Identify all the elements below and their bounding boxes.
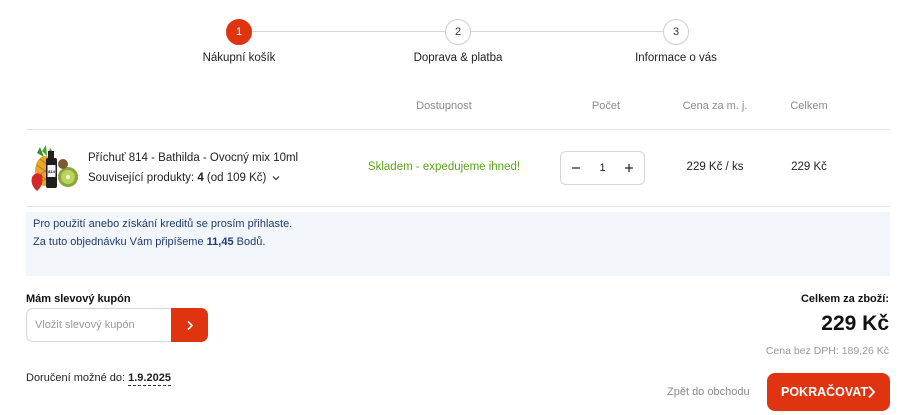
- product-thumbnail[interactable]: 814: [28, 143, 80, 193]
- step-3-label[interactable]: Informace o vás: [635, 52, 717, 64]
- summary-total: 229 Kč: [821, 312, 889, 335]
- header-total: Celkem: [790, 100, 828, 112]
- header-availability: Dostupnost: [416, 100, 472, 112]
- quantity-increase-button[interactable]: [622, 161, 636, 176]
- step-1-label[interactable]: Nákupní košík: [203, 52, 276, 64]
- related-products-count: 4: [197, 172, 204, 184]
- availability-status: Skladem - expedujeme ihned!: [367, 161, 521, 173]
- header-quantity: Počet: [591, 100, 621, 112]
- table-divider-top: [26, 129, 890, 130]
- credits-points-suffix: Bodů.: [236, 236, 266, 248]
- without-vat-value: 189,26 Kč: [841, 345, 889, 357]
- back-to-shop-link[interactable]: Zpět do obchodu: [667, 386, 750, 398]
- header-unit-price: Cena za m. j.: [682, 100, 748, 112]
- plus-icon: [625, 163, 633, 172]
- stepper-line: [471, 31, 663, 32]
- credits-info-box: Pro použití anebo získání kreditů se pro…: [26, 212, 890, 276]
- continue-button[interactable]: POKRAČOVAT: [767, 373, 890, 411]
- summary-without-vat: Cena bez DPH: 189,26 Kč: [766, 345, 889, 357]
- credits-points-prefix: Za tuto objednávku Vám připíšeme: [33, 236, 204, 248]
- related-products-toggle[interactable]: Související produkty: 4 (od 109 Kč): [88, 172, 280, 184]
- chevron-right-icon: [868, 385, 876, 399]
- continue-label: POKRAČOVAT: [781, 385, 869, 399]
- checkout-stepper: 1 2 3 Nákupní košík Doprava & platba Inf…: [0, 0, 900, 80]
- step-1-circle[interactable]: 1: [226, 19, 252, 45]
- svg-text:814: 814: [48, 169, 55, 174]
- credits-points-notice: Za tuto objednávku Vám připíšeme 11,45 B…: [33, 236, 265, 248]
- stepper-line: [252, 31, 446, 32]
- delivery-info: Doručení možné do: 1.9.2025: [26, 372, 171, 386]
- quantity-decrease-button[interactable]: [569, 161, 583, 176]
- credits-points-value: 11,45: [206, 236, 234, 248]
- related-products-price: (od 109 Kč): [206, 172, 267, 184]
- unit-price: 229 Kč / ks: [686, 161, 744, 173]
- coupon-apply-button[interactable]: [171, 308, 208, 342]
- minus-icon: [572, 166, 580, 169]
- coupon-title: Mám slevový kupón: [26, 293, 131, 305]
- line-total-price: 229 Kč: [791, 161, 827, 173]
- without-vat-label: Cena bez DPH:: [765, 345, 839, 357]
- quantity-stepper: 1: [560, 151, 645, 185]
- product-name[interactable]: Příchuť 814 - Bathilda - Ovocný mix 10ml: [88, 152, 298, 164]
- chevron-down-icon: [272, 176, 279, 181]
- coupon-input[interactable]: [26, 308, 172, 342]
- chevron-right-icon: [186, 320, 193, 330]
- step-2-label[interactable]: Doprava & platba: [414, 52, 503, 64]
- related-products-label: Související produkty:: [88, 172, 195, 184]
- table-divider-bottom: [26, 206, 890, 207]
- summary-label: Celkem za zboží:: [800, 293, 889, 305]
- credits-login-notice[interactable]: Pro použití anebo získání kreditů se pro…: [33, 218, 292, 230]
- quantity-value[interactable]: 1: [599, 162, 605, 174]
- step-2-circle[interactable]: 2: [445, 19, 471, 45]
- step-3-circle[interactable]: 3: [663, 19, 689, 45]
- delivery-label: Doručení možné do:: [26, 372, 126, 384]
- delivery-date[interactable]: 1.9.2025: [128, 372, 171, 386]
